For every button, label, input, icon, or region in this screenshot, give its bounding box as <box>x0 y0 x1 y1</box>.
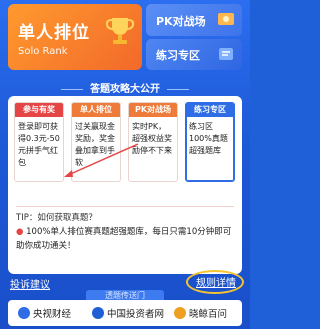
china-investor-icon <box>92 307 104 319</box>
trophy-icon <box>105 18 135 44</box>
cctv-finance-icon <box>18 307 30 319</box>
strategy-card-practice[interactable]: 练习专区 练习区100%真题超强题库 <box>185 102 235 182</box>
portal-item-xiaojing[interactable]: 晓鲸百问 <box>174 306 227 320</box>
strategy-panel: 参与有奖 登录即可获得0.3元-50元拼手气红包 单人排位 过关赢现金奖励，奖金… <box>8 96 242 274</box>
bullet-icon: ● <box>16 227 24 237</box>
solo-rank-card[interactable]: 单人排位 Solo Rank <box>8 4 142 70</box>
strategy-card-body: 练习区100%真题超强题库 <box>189 122 228 155</box>
rules-detail-link[interactable]: 规则详情 <box>196 274 236 289</box>
strategy-card-head: PK对战场 <box>129 103 177 117</box>
practice-zone-card[interactable]: 练习专区 <box>146 39 242 70</box>
feedback-link[interactable]: 投诉建议 <box>10 276 50 291</box>
solo-rank-title: 单人排位 <box>18 23 90 43</box>
tip-text: ● 100%单人排位赛真题超强题库，每日只需10分钟即可助你成功通关！ <box>16 227 232 251</box>
book-icon <box>219 48 233 60</box>
practice-zone-label: 练习专区 <box>156 49 200 62</box>
title-divider-left <box>60 88 83 90</box>
strategy-card-body: 登录即可获得0.3元-50元拼手气红包 <box>18 122 60 167</box>
xiaojing-icon <box>174 307 186 319</box>
strategy-card-head: 单人排位 <box>72 103 120 117</box>
tip-box: TIP：如何获取真题？ ● 100%单人排位赛真题超强题库，每日只需10分钟即可… <box>16 206 234 270</box>
strategy-card-head: 练习专区 <box>186 103 234 117</box>
trophy-badge-icon <box>218 13 234 25</box>
strategy-section-title: 答题攻略大公开 <box>0 80 250 95</box>
title-divider-right <box>167 88 190 90</box>
bottom-links: 投诉建议 规则详情 <box>0 270 250 294</box>
portal-item-cctv[interactable]: 央视财经 <box>18 306 71 320</box>
portal-bar: 央视财经 中国投资者网 晓鲸百问 <box>8 300 242 326</box>
pk-battle-label: PK对战场 <box>156 15 206 28</box>
tip-label: TIP：如何获取真题？ <box>16 213 97 223</box>
strategy-card-head: 参与有奖 <box>15 103 63 117</box>
portal-item-investor[interactable]: 中国投资者网 <box>92 306 164 320</box>
strategy-card-reward[interactable]: 参与有奖 登录即可获得0.3元-50元拼手气红包 <box>14 102 64 182</box>
solo-rank-subtitle: Solo Rank <box>18 46 68 57</box>
pk-battle-card[interactable]: PK对战场 <box>146 4 242 36</box>
pointer-arrow-icon <box>64 143 139 177</box>
